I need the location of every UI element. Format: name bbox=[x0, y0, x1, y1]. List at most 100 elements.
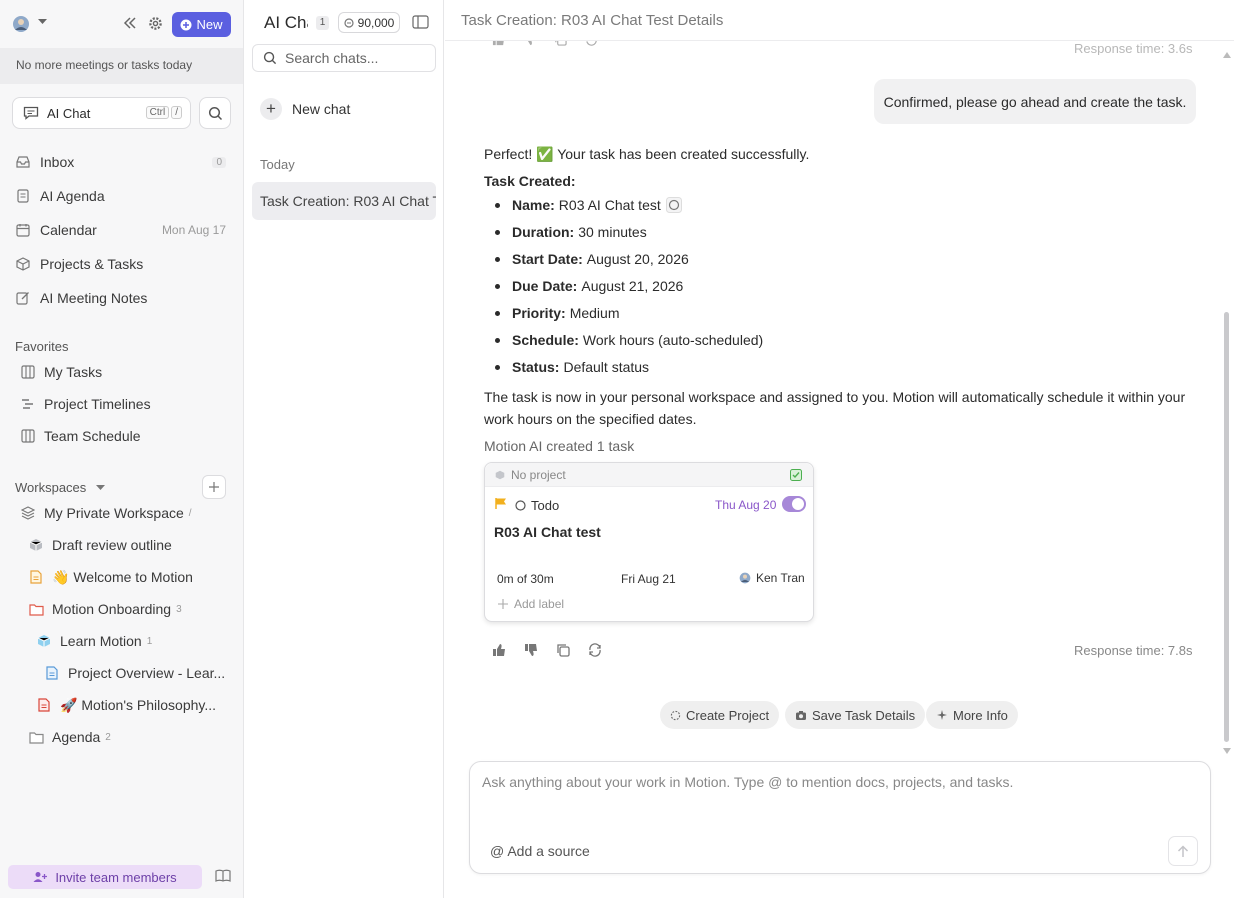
chat-title: Task Creation: R03 AI Chat Test Details bbox=[445, 0, 1234, 41]
favorites-heading[interactable]: Favorites bbox=[15, 339, 68, 354]
card-assignee[interactable]: Ken Tran bbox=[739, 571, 805, 585]
detail-value: 30 minutes bbox=[578, 224, 647, 240]
tree-item-motion-onboarding[interactable]: Motion Onboarding 3 bbox=[28, 596, 182, 622]
scroll-up-arrow[interactable] bbox=[1223, 52, 1231, 58]
chat-input[interactable] bbox=[482, 774, 1197, 824]
tree-item-motions-philosophy[interactable]: 🚀 Motion's Philosophy... bbox=[36, 692, 216, 718]
tree-item-agenda[interactable]: Agenda 2 bbox=[28, 724, 111, 750]
detail-key: Status: bbox=[512, 359, 560, 375]
sidebar-item-inbox[interactable]: Inbox 0 bbox=[14, 148, 230, 176]
sidebar-item-ai-agenda[interactable]: AI Agenda bbox=[14, 182, 230, 210]
tree-item-label: My Private Workspace bbox=[44, 505, 184, 521]
sidebar-item-projects-tasks[interactable]: Projects & Tasks bbox=[14, 250, 230, 278]
status-circle-icon bbox=[665, 197, 682, 213]
layers-icon bbox=[20, 505, 36, 521]
credits-badge[interactable]: 90,000 bbox=[338, 12, 400, 33]
thumbs-up-icon[interactable] bbox=[492, 643, 506, 657]
tree-item-count: 1 bbox=[146, 635, 153, 647]
sparkle-icon bbox=[937, 710, 947, 720]
favorite-project-timelines[interactable]: Project Timelines bbox=[20, 391, 151, 417]
chats-title: AI Chat bbox=[264, 13, 308, 32]
tree-item-project-overview[interactable]: Project Overview - Lear... bbox=[44, 660, 225, 686]
suggestion-more-info[interactable]: More Info bbox=[926, 701, 1018, 729]
tree-item-label: Draft review outline bbox=[52, 537, 172, 553]
suggestion-create-project[interactable]: Create Project bbox=[660, 701, 780, 729]
suggestion-label: Save Task Details bbox=[812, 707, 916, 723]
card-date[interactable]: Thu Aug 20 bbox=[715, 498, 776, 512]
card-task-name[interactable]: R03 AI Chat test bbox=[494, 524, 601, 540]
new-chat-button[interactable]: + New chat bbox=[260, 98, 350, 120]
tree-item-draft-review-outline[interactable]: Draft review outline bbox=[28, 532, 172, 558]
book-icon[interactable] bbox=[215, 869, 231, 883]
summary-line-2: work hours on the specified dates. bbox=[484, 411, 697, 427]
detail-key: Name: bbox=[512, 197, 555, 213]
send-button[interactable] bbox=[1168, 836, 1198, 866]
tree-item-welcome-to-motion[interactable]: 👋 Welcome to Motion bbox=[28, 564, 193, 590]
user-message: Confirmed, please go ahead and create th… bbox=[874, 79, 1196, 124]
chevron-down-icon[interactable] bbox=[38, 19, 47, 25]
calendar-date: Mon Aug 17 bbox=[161, 223, 226, 237]
add-source-button[interactable]: @ Add a source bbox=[490, 843, 590, 859]
add-label-button[interactable]: Add label bbox=[498, 597, 564, 611]
auto-schedule-toggle[interactable] bbox=[782, 496, 806, 512]
thumbs-down-icon[interactable] bbox=[523, 41, 536, 46]
new-button-label: New bbox=[196, 17, 223, 32]
card-assignee-name: Ken Tran bbox=[756, 571, 805, 585]
avatar[interactable] bbox=[12, 15, 30, 33]
suggestion-label: Create Project bbox=[686, 707, 770, 723]
sidebar-item-ai-meeting-notes[interactable]: AI Meeting Notes bbox=[14, 284, 230, 312]
assistant-intro: Perfect! ✅ Your task has been created su… bbox=[484, 146, 810, 162]
left-sidebar: New No more meetings or tasks today AI C… bbox=[0, 0, 244, 898]
search-chats-input[interactable]: Search chats... bbox=[252, 44, 436, 72]
camera-icon bbox=[796, 710, 806, 720]
card-due-date[interactable]: Fri Aug 21 bbox=[621, 572, 676, 586]
flag-icon[interactable] bbox=[495, 497, 507, 510]
chat-list-item[interactable]: Task Creation: R03 AI Chat Test Details bbox=[252, 182, 436, 220]
invite-label: Invite team members bbox=[55, 869, 177, 885]
search-button[interactable] bbox=[199, 97, 231, 129]
collapse-sidebar-icon[interactable] bbox=[123, 17, 137, 29]
scrollbar-thumb[interactable] bbox=[1224, 312, 1229, 742]
copy-icon[interactable] bbox=[554, 41, 567, 46]
tree-item-count: 2 bbox=[105, 731, 111, 743]
tree-item-label: Agenda bbox=[52, 729, 101, 745]
task-card[interactable]: No project Todo Thu Aug 20 R03 AI Chat t… bbox=[484, 462, 814, 622]
ai-chat-nav[interactable]: AI Chat Ctrl / bbox=[12, 97, 191, 129]
suggestion-save-task-details[interactable]: Save Task Details bbox=[785, 701, 926, 729]
tree-item-learn-motion[interactable]: Learn Motion 1 bbox=[36, 628, 152, 654]
favorite-label: Team Schedule bbox=[44, 428, 141, 444]
calendar-icon bbox=[14, 221, 32, 239]
regenerate-icon[interactable] bbox=[585, 41, 598, 46]
toggle-panel-icon[interactable] bbox=[412, 15, 429, 29]
response-time: Response time: 7.8s bbox=[1074, 643, 1193, 658]
previous-actions-row: Response time: 3.6s bbox=[445, 41, 1234, 55]
favorite-team-schedule[interactable]: Team Schedule bbox=[20, 423, 141, 449]
regenerate-icon[interactable] bbox=[588, 643, 602, 657]
gear-icon[interactable] bbox=[148, 16, 163, 31]
avatar bbox=[739, 572, 751, 584]
card-project-row: No project bbox=[485, 463, 813, 487]
add-workspace-button[interactable] bbox=[202, 475, 226, 499]
check-square-icon[interactable] bbox=[790, 469, 802, 481]
card-project: No project bbox=[511, 467, 566, 482]
detail-schedule: Schedule: Work hours (auto-scheduled) bbox=[495, 332, 763, 348]
favorite-my-tasks[interactable]: My Tasks bbox=[20, 359, 102, 385]
invite-team-button[interactable]: Invite team members bbox=[8, 865, 202, 889]
tree-item-my-private-workspace[interactable]: My Private Workspace / bbox=[20, 500, 192, 526]
folder-icon bbox=[28, 601, 44, 617]
table-icon bbox=[20, 364, 36, 380]
detail-key: Due Date: bbox=[512, 278, 578, 294]
shortcut-key-slash: / bbox=[171, 106, 182, 119]
cube-icon bbox=[14, 255, 32, 273]
thumbs-down-icon[interactable] bbox=[524, 643, 538, 657]
sidebar-item-calendar[interactable]: Calendar Mon Aug 17 bbox=[14, 216, 230, 244]
new-button[interactable]: New bbox=[172, 12, 231, 37]
scroll-down-arrow[interactable] bbox=[1223, 748, 1231, 754]
copy-icon[interactable] bbox=[556, 643, 570, 657]
card-status[interactable]: Todo bbox=[515, 498, 559, 513]
detail-duration: Duration: 30 minutes bbox=[495, 224, 647, 240]
thumbs-up-icon[interactable] bbox=[492, 41, 505, 46]
workspaces-heading[interactable]: Workspaces bbox=[15, 480, 106, 495]
search-chats-placeholder: Search chats... bbox=[285, 50, 379, 66]
detail-value: August 21, 2026 bbox=[581, 278, 684, 294]
